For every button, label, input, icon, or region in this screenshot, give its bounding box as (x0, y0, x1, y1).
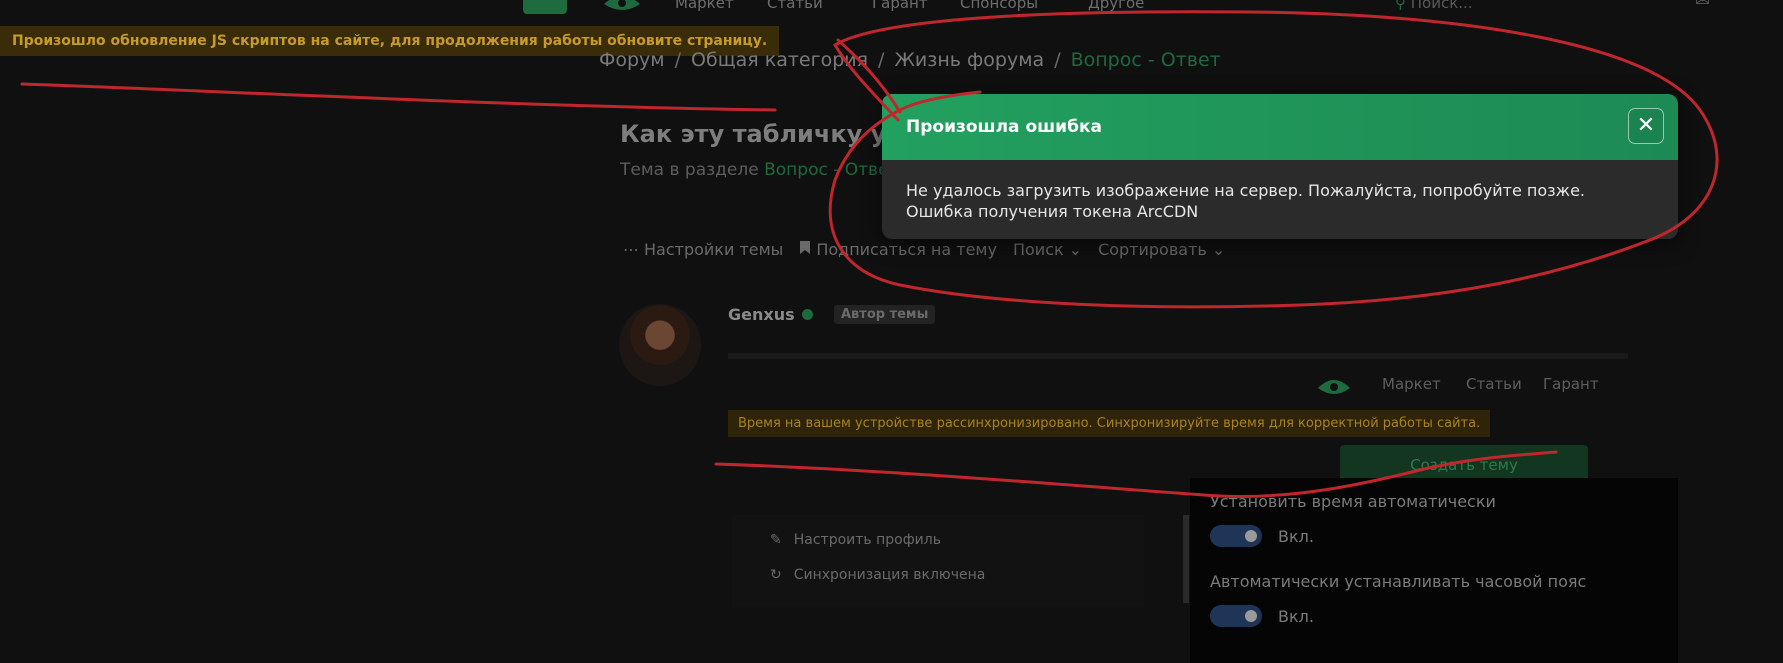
breadcrumb-general[interactable]: Общая категория (691, 49, 868, 71)
time-settings-panel: Установить время автоматически Вкл. Авто… (1190, 478, 1678, 663)
post-author[interactable]: Genxus (728, 305, 795, 324)
site-logo-icon (1315, 370, 1353, 402)
auto-time-toggle (1210, 525, 1262, 547)
nav-link-sponsors[interactable]: Спонсоры (960, 0, 1038, 12)
subscribe-label: Подписаться на тему (816, 240, 997, 259)
underline-js-notice (20, 82, 777, 112)
breadcrumb-forum-life[interactable]: Жизнь форума (894, 49, 1044, 71)
site-logo-icon[interactable] (600, 0, 644, 16)
search-placeholder: Поиск... (1410, 0, 1473, 12)
subscribe-button[interactable]: Подписаться на тему (799, 240, 997, 259)
sync-enabled-label: Синхронизация включена (793, 567, 986, 583)
inner-nav-articles: Статьи (1466, 375, 1522, 393)
edit-profile-label: Настроить профиль (793, 532, 941, 548)
nav-link-other[interactable]: Другое (1088, 0, 1144, 12)
error-dialog-title: Произошла ошибка (906, 117, 1102, 137)
thread-section-link[interactable]: Вопрос - Ответ (764, 160, 898, 180)
sync-enabled-item: ↻ Синхронизация включена (770, 567, 985, 583)
nav-link-articles[interactable]: Статьи (767, 0, 823, 12)
breadcrumb: Форум / Общая категория / Жизнь форума / Вопро… (599, 49, 1221, 71)
edit-profile-item: ✎ Настроить профиль (770, 532, 941, 548)
search-input[interactable]: ⚲ Поиск... (1395, 0, 1473, 12)
thread-subtitle-prefix: Тема в разделе (620, 160, 759, 180)
breadcrumb-forum[interactable]: Форум (599, 49, 665, 71)
error-dialog-header: Произошла ошибка ✕ (882, 94, 1678, 160)
nav-link-guarantor[interactable]: Гарант (872, 0, 928, 12)
thread-title: Как эту табличку убр (620, 120, 921, 148)
more-dots-icon: ⋯ (623, 240, 639, 259)
error-dialog-message: Не удалось загрузить изображение на серв… (906, 180, 1585, 222)
auto-time-label: Установить время автоматически (1210, 492, 1496, 511)
thread-toolbar: ⋯ Настройки темы Подписаться на тему Пои… (623, 240, 1235, 259)
auto-timezone-toggle (1210, 605, 1262, 627)
sort-label: Сортировать (1098, 240, 1207, 259)
chat-icon[interactable]: ✉ (1695, 0, 1710, 11)
breadcrumb-current[interactable]: Вопрос - Ответ (1071, 49, 1221, 71)
time-desync-notice: Время на вашем устройстве рассинхронизир… (728, 410, 1491, 437)
thread-search-button[interactable]: Поиск ⌄ (1013, 240, 1082, 259)
author-badge: Автор темы (834, 305, 936, 324)
error-dialog: Произошла ошибка ✕ Не удалось загрузить … (882, 94, 1678, 239)
thread-settings-label: Настройки темы (644, 240, 784, 259)
close-icon[interactable]: ✕ (1628, 108, 1664, 144)
online-status-icon (802, 309, 813, 320)
bookmark-icon (799, 240, 811, 259)
top-navigation: Маркет Статьи Гарант Спонсоры Другое ⚲ П… (0, 0, 1783, 20)
auto-time-state: Вкл. (1278, 527, 1314, 546)
profile-menu (732, 515, 1144, 607)
post-image-strip (728, 353, 1628, 359)
inner-nav-market: Маркет (1382, 375, 1441, 393)
scrollbar (1183, 515, 1189, 603)
chevron-down-icon: ⌄ (1211, 240, 1226, 259)
sort-button[interactable]: Сортировать ⌄ (1098, 240, 1225, 259)
error-message-line2: Ошибка получения токена ArcCDN (906, 202, 1199, 221)
sync-icon: ↻ (770, 567, 782, 583)
avatar[interactable] (619, 304, 701, 386)
error-message-line1: Не удалось загрузить изображение на серв… (906, 181, 1585, 200)
nav-menu-button[interactable] (523, 0, 567, 14)
auto-timezone-state: Вкл. (1278, 607, 1314, 626)
nav-link-market[interactable]: Маркет (675, 0, 734, 12)
search-icon: ⚲ (1395, 0, 1406, 12)
thread-settings-button[interactable]: ⋯ Настройки темы (623, 240, 783, 259)
auto-timezone-label: Автоматически устанавливать часовой пояс (1210, 572, 1587, 591)
thread-search-label: Поиск (1012, 240, 1064, 259)
chevron-down-icon: ⌄ (1068, 240, 1083, 259)
thread-subtitle: Тема в разделе Вопрос - Ответ (620, 160, 898, 180)
pencil-icon: ✎ (770, 532, 782, 548)
inner-nav-guarantor: Гарант (1543, 375, 1599, 393)
